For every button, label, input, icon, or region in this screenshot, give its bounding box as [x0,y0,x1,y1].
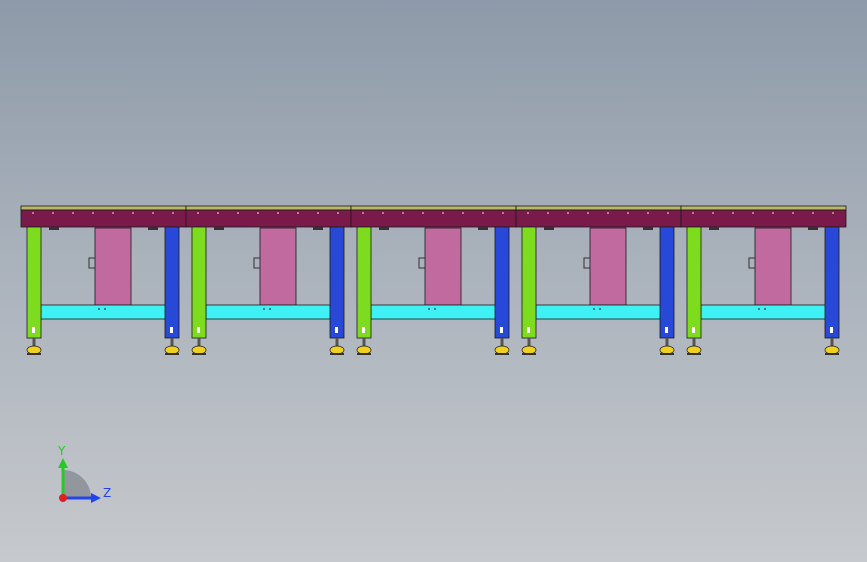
orientation-triad: Y Z [57,444,111,503]
graphics-viewport[interactable]: Y Z [0,0,867,562]
triad-origin-point [59,494,67,502]
z-axis-arrowhead [91,493,101,503]
y-axis-label: Y [57,444,66,458]
y-axis-arrowhead [58,458,68,468]
triad-rotation-arc [63,470,91,498]
z-axis-label: Z [103,486,111,500]
